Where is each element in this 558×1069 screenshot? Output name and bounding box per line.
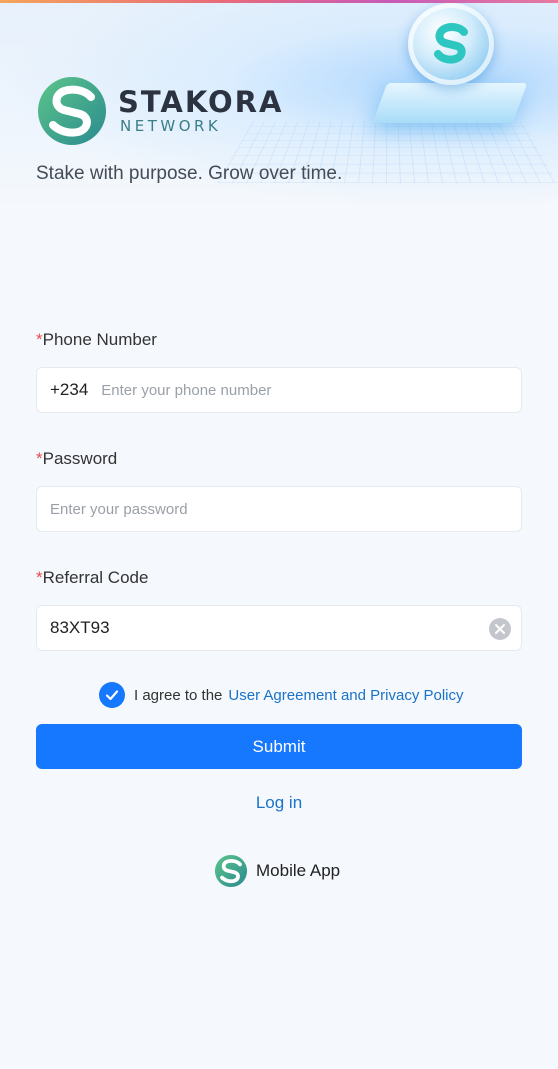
referral-label-text: Referral Code	[42, 568, 149, 587]
referral-value: 83XT93	[50, 618, 110, 637]
password-label-text: Password	[42, 449, 118, 468]
password-label: *Password	[36, 449, 117, 469]
user-agreement-link[interactable]: User Agreement and Privacy Policy	[228, 687, 463, 704]
clear-circle-icon[interactable]	[489, 618, 511, 640]
country-code-prefix[interactable]: +234	[50, 380, 88, 400]
password-input[interactable]: Enter your password	[36, 486, 522, 532]
phone-label: *Phone Number	[36, 330, 157, 350]
agreement-row: I agree to the User Agreement and Privac…	[99, 682, 464, 708]
agreement-checkbox[interactable]	[99, 682, 125, 708]
password-placeholder: Enter your password	[50, 500, 188, 518]
referral-input[interactable]: 83XT93	[36, 605, 522, 651]
required-mark: *	[36, 449, 43, 468]
phone-placeholder: Enter your phone number	[101, 381, 272, 399]
mobile-app-label: Mobile App	[256, 861, 341, 880]
required-mark: *	[36, 330, 43, 349]
brand-logo: STAKORA NETWORK	[36, 76, 283, 146]
stakora-s-logo-icon	[214, 854, 248, 888]
referral-label: *Referral Code	[36, 568, 148, 588]
login-link[interactable]: Log in	[0, 793, 558, 813]
brand-subname: NETWORK	[120, 117, 222, 135]
phone-input[interactable]: +234 Enter your phone number	[36, 367, 522, 413]
stakora-coin-icon	[408, 3, 494, 85]
agreement-text: I agree to the	[134, 686, 223, 704]
stakora-s-logo-icon	[38, 77, 106, 145]
submit-button[interactable]: Submit	[36, 724, 522, 769]
tagline: Stake with purpose. Grow over time.	[36, 163, 343, 184]
phone-label-text: Phone Number	[42, 330, 157, 349]
mobile-app-link[interactable]: Mobile App	[214, 854, 340, 888]
checkmark-icon	[105, 690, 119, 701]
hero-platform-decoration	[372, 83, 528, 123]
brand-name: STAKORA	[118, 85, 284, 119]
required-mark: *	[36, 568, 43, 587]
